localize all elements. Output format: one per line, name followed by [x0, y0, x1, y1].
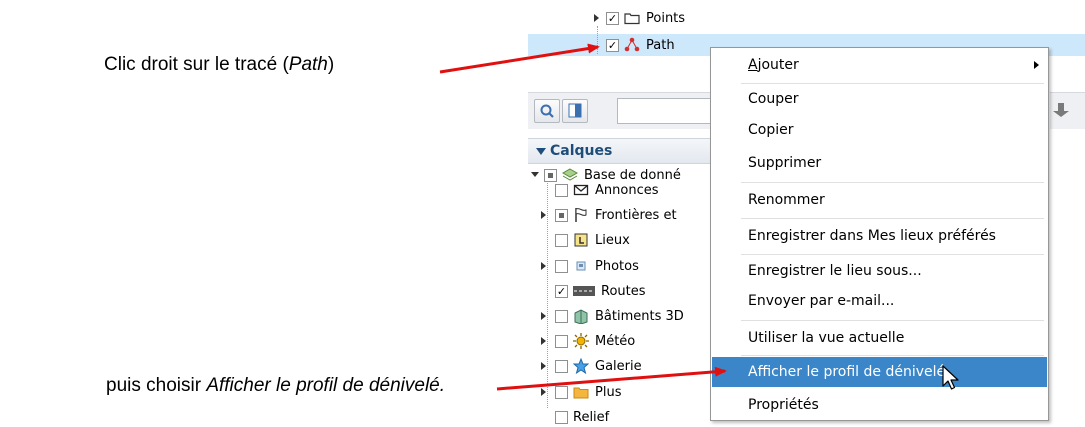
- menu-item-label: Ajouter: [748, 57, 799, 73]
- layer-item-plus[interactable]: Plus: [541, 382, 622, 402]
- menu-item-envoyer-email[interactable]: Envoyer par e-mail...: [712, 286, 1047, 316]
- menu-item-label: Propriétés: [748, 397, 819, 413]
- expand-arrow-icon[interactable]: [539, 387, 549, 397]
- layer-item-annonces[interactable]: Annonces: [555, 180, 658, 200]
- menu-item-label: Enregistrer dans Mes lieux préférés: [748, 228, 996, 244]
- menu-item-profil-denivele[interactable]: Afficher le profil de dénivelé: [712, 357, 1047, 387]
- layer-item-label: Plus: [595, 384, 622, 400]
- layer-item-label: Bâtiments 3D: [595, 308, 684, 324]
- context-menu: Ajouter Couper Copier Supprimer Renommer…: [710, 47, 1049, 421]
- layer-checkbox[interactable]: ✓: [555, 284, 568, 298]
- layer-checkbox[interactable]: [555, 309, 568, 323]
- mouse-cursor-icon: [942, 365, 959, 390]
- checkbox-path[interactable]: ✓: [606, 38, 619, 52]
- checkbox-points[interactable]: ✓: [606, 11, 619, 25]
- submenu-arrow-icon: [1034, 61, 1039, 69]
- menu-item-label: Envoyer par e-mail...: [748, 293, 895, 309]
- tree-item-path[interactable]: ✓ Path: [606, 35, 675, 55]
- expand-arrow-icon[interactable]: [539, 361, 549, 371]
- menu-item-couper[interactable]: Couper: [712, 84, 1047, 114]
- tree-item-points-label: Points: [646, 10, 686, 26]
- annotation-right-click-path: Clic droit sur le tracé (Path): [104, 54, 335, 75]
- layer-item-photos[interactable]: Photos: [541, 256, 639, 276]
- path-icon: [624, 37, 640, 53]
- menu-item-label: Supprimer: [748, 155, 822, 171]
- sun-icon: [573, 333, 589, 349]
- places-toolbar: [528, 92, 714, 129]
- folder-icon: [624, 10, 640, 26]
- photo-icon: [573, 258, 589, 274]
- menu-item-proprietes[interactable]: Propriétés: [712, 390, 1047, 420]
- flag-icon: [573, 207, 589, 223]
- layer-item-label: Frontières et: [595, 207, 677, 223]
- layer-item-label: Relief: [573, 409, 610, 425]
- layer-item-fronti-res-et[interactable]: Frontières et: [541, 205, 677, 225]
- layer-checkbox[interactable]: [555, 233, 568, 247]
- panel-icon: [568, 103, 582, 118]
- expand-arrow-icon[interactable]: [539, 261, 549, 271]
- menu-item-label: Enregistrer le lieu sous...: [748, 263, 922, 279]
- expand-arrow-icon[interactable]: [592, 13, 602, 23]
- folder-icon: [573, 384, 589, 400]
- layer-item-routes[interactable]: ✓ Routes: [555, 281, 646, 301]
- layer-item-label: Météo: [595, 333, 636, 349]
- layer-checkbox[interactable]: [555, 208, 568, 222]
- layer-item-b-timents-3d[interactable]: Bâtiments 3D: [541, 306, 684, 326]
- envelope-icon: [573, 182, 589, 198]
- layer-item-label: Annonces: [595, 182, 659, 198]
- search-icon: [540, 104, 554, 118]
- menu-item-label: Renommer: [748, 192, 825, 208]
- menu-item-label: Copier: [748, 122, 794, 138]
- layer-checkbox[interactable]: [555, 385, 568, 399]
- layer-checkbox[interactable]: [555, 359, 568, 373]
- collapse-triangle-icon[interactable]: [536, 147, 546, 155]
- tree-item-path-label: Path: [646, 37, 675, 53]
- expand-arrow-icon[interactable]: [539, 336, 549, 346]
- layer-item-galerie[interactable]: Galerie: [541, 356, 642, 376]
- layer-checkbox[interactable]: [555, 410, 568, 424]
- expand-arrow-icon[interactable]: [530, 170, 540, 180]
- expand-arrow-icon[interactable]: [539, 311, 549, 321]
- annotation-choose-profile: puis choisir Afficher le profil de déniv…: [106, 375, 446, 396]
- search-field[interactable]: [617, 98, 714, 124]
- menu-item-enregistrer-sous[interactable]: Enregistrer le lieu sous...: [712, 256, 1047, 286]
- panel-toggle-button[interactable]: [562, 99, 588, 123]
- tree-item-points[interactable]: ✓ Points: [592, 8, 685, 28]
- menu-item-label: Couper: [748, 91, 799, 107]
- menu-item-enregistrer-favoris[interactable]: Enregistrer dans Mes lieux préférés: [712, 221, 1047, 251]
- layer-item-label: Routes: [601, 283, 646, 299]
- layer-item-label: Photos: [595, 258, 639, 274]
- layer-item-relief[interactable]: Relief: [555, 407, 609, 427]
- down-arrow-icon: [1053, 103, 1069, 117]
- expand-arrow-icon[interactable]: [539, 210, 549, 220]
- star-icon: [573, 358, 589, 374]
- menu-item-renommer[interactable]: Renommer: [712, 185, 1047, 215]
- place-icon: [573, 232, 589, 248]
- layer-checkbox[interactable]: [555, 334, 568, 348]
- layer-item-label: Lieux: [595, 232, 630, 248]
- layer-item-label: Galerie: [595, 358, 642, 374]
- menu-item-vue-actuelle[interactable]: Utiliser la vue actuelle: [712, 323, 1047, 353]
- building-icon: [573, 308, 589, 324]
- menu-item-label: Utiliser la vue actuelle: [748, 330, 905, 346]
- layers-panel-title: Calques: [550, 143, 613, 159]
- layer-item-lieux[interactable]: Lieux: [555, 230, 630, 250]
- layers-panel-header[interactable]: Calques: [528, 138, 710, 164]
- layer-checkbox[interactable]: [555, 259, 568, 273]
- menu-item-label: Afficher le profil de dénivelé: [748, 364, 946, 380]
- road-icon: [573, 283, 595, 299]
- menu-item-ajouter[interactable]: Ajouter: [712, 50, 1047, 80]
- layer-item-m-t-o[interactable]: Météo: [541, 331, 636, 351]
- menu-item-copier[interactable]: Copier: [712, 115, 1047, 145]
- menu-item-supprimer[interactable]: Supprimer: [712, 148, 1047, 178]
- toolbar-right-strip: [1050, 92, 1085, 129]
- search-button[interactable]: [534, 99, 560, 123]
- layer-checkbox[interactable]: [555, 183, 568, 197]
